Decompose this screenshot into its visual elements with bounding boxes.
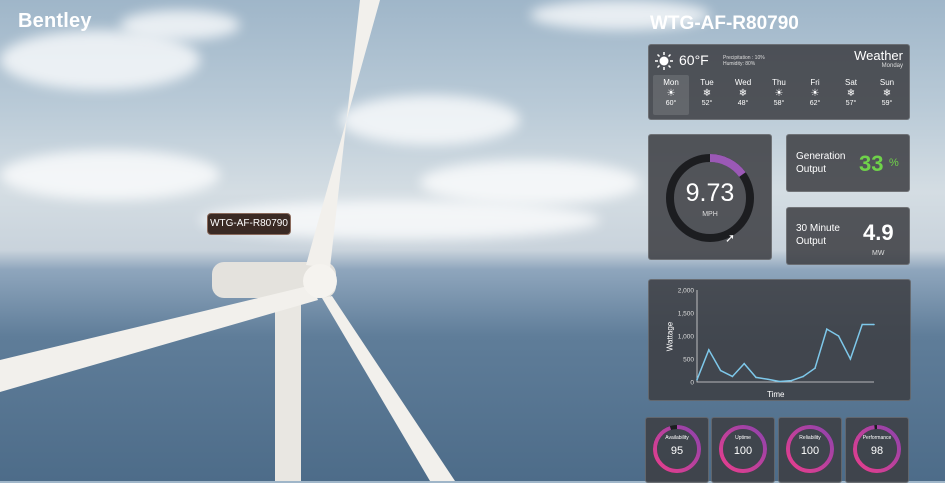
sun-icon: ☀ xyxy=(774,88,784,99)
thirty-min-label-line1: 30 Minute xyxy=(796,223,840,234)
thirty-minute-output-label: 30 Minute Output xyxy=(796,222,840,248)
forecast-day-mon[interactable]: Mon ☀ 60° xyxy=(653,75,689,115)
page-title: WTG-AF-R80790 xyxy=(650,13,799,34)
wattage-data-point xyxy=(755,376,757,379)
forecast-temp: 52° xyxy=(701,100,713,107)
forecast-temp: 62° xyxy=(809,100,821,107)
wattage-data-point xyxy=(767,378,769,381)
forecast-temp: 60° xyxy=(665,100,677,107)
kpi-value: 98 xyxy=(870,445,884,457)
kpi-uptime[interactable]: Uptime 100 xyxy=(711,417,775,483)
forecast-day-thu[interactable]: Thu ☀ 58° xyxy=(761,75,797,115)
wattage-data-point xyxy=(696,378,698,381)
chart-y-tick: 1,000 xyxy=(678,334,695,341)
kpi-value: 100 xyxy=(733,445,753,457)
forecast-temp: 57° xyxy=(845,100,857,107)
forecast-day-sun[interactable]: Sun ❄ 59° xyxy=(869,75,905,115)
generation-label-line2: Output xyxy=(796,164,827,175)
wattage-series-line xyxy=(696,323,874,383)
thirty-minute-output-unit: MW xyxy=(872,250,885,257)
wattage-data-point xyxy=(873,323,875,326)
wattage-data-point xyxy=(802,375,804,378)
wattage-data-point xyxy=(778,380,781,383)
sun-icon: ☀ xyxy=(666,88,676,99)
thirty-minute-output-value: 4.9 xyxy=(863,220,894,245)
mouse-cursor-icon: ➚ xyxy=(725,231,736,245)
weather-panel: 60°F Precipitation : 10% Humidity: 80% W… xyxy=(648,44,910,120)
wattage-data-point xyxy=(861,323,863,326)
humidity-text: Humidity: 80% xyxy=(723,61,756,67)
wattage-line-chart: 2,000 1,500 1,000 500 0 xyxy=(678,288,875,387)
forecast-temp: 58° xyxy=(773,100,785,107)
kpi-label: Uptime xyxy=(735,435,751,441)
kpi-availability[interactable]: Availability 95 xyxy=(645,417,709,483)
snow-icon: ❄ xyxy=(738,88,748,99)
kpi-label: Availability xyxy=(665,435,689,441)
forecast-day-name: Sun xyxy=(879,78,895,87)
forecast-day-name: Sat xyxy=(844,78,857,87)
wind-speed-value: 9.73 xyxy=(685,179,735,207)
wind-speed-panel: 9.73 MPH xyxy=(648,134,772,260)
wattage-data-point xyxy=(814,367,816,369)
thirty-min-label-line2: Output xyxy=(796,236,827,247)
generation-output-panel: Generation Output 33 % xyxy=(786,134,910,192)
chart-y-tick: 2,000 xyxy=(678,288,695,295)
bentley-logo[interactable]: Bentley xyxy=(18,10,92,33)
wattage-data-point xyxy=(743,362,745,365)
forecast-day-name: Wed xyxy=(734,78,752,87)
generation-output-unit: % xyxy=(889,157,899,169)
wattage-data-point xyxy=(731,375,734,378)
chart-y-tick: 0 xyxy=(690,380,694,387)
forecast-temp: 59° xyxy=(881,100,893,107)
kpi-label: Performance xyxy=(862,435,892,441)
snow-icon: ❄ xyxy=(846,88,856,99)
weather-meta: Precipitation : 10% Humidity: 80% xyxy=(723,55,765,67)
forecast-day-name: Mon xyxy=(663,78,679,87)
forecast-day-sat[interactable]: Sat ❄ 57° xyxy=(833,75,869,115)
wattage-data-point xyxy=(826,328,828,330)
forecast-day-name: Tue xyxy=(700,78,714,87)
generation-label-line1: Generation xyxy=(796,151,846,162)
turbine-tag-label[interactable]: WTG-AF-R80790 xyxy=(207,213,291,235)
wattage-data-point xyxy=(790,379,793,382)
thirty-minute-output-panel: 30 Minute Output 4.9 MW xyxy=(786,207,910,265)
snow-icon: ❄ xyxy=(702,88,712,99)
kpi-label: Reliability xyxy=(799,435,821,441)
forecast-day-name: Thu xyxy=(772,78,786,87)
forecast-row: Mon ☀ 60° Tue ❄ 52° Wed ❄ 48° Thu ☀ 58° Fri ☀ 62° Sat ❄ 5… xyxy=(653,75,905,115)
forecast-temp: 48° xyxy=(737,100,749,107)
forecast-day-tue[interactable]: Tue ❄ 52° xyxy=(689,75,725,115)
chart-x-axis-label: Time xyxy=(767,390,785,399)
chart-axes xyxy=(696,290,874,383)
kpi-reliability[interactable]: Reliability 100 xyxy=(778,417,842,483)
sun-icon xyxy=(655,52,673,70)
chart-y-tick: 1,500 xyxy=(678,311,695,318)
forecast-day-name: Fri xyxy=(810,78,820,87)
kpi-performance[interactable]: Performance 98 xyxy=(845,417,909,483)
kpi-value: 100 xyxy=(800,445,820,457)
weather-day: Monday xyxy=(881,63,903,69)
wattage-data-point xyxy=(708,349,710,351)
sun-icon: ☀ xyxy=(810,88,820,99)
kpi-value: 95 xyxy=(670,445,684,457)
current-temperature: 60°F xyxy=(679,52,709,68)
forecast-day-wed[interactable]: Wed ❄ 48° xyxy=(725,75,761,115)
wattage-chart-panel: 2,000 1,500 1,000 500 0 Wattage Time xyxy=(648,279,911,401)
forecast-day-fri[interactable]: Fri ☀ 62° xyxy=(797,75,833,115)
wattage-data-point xyxy=(837,335,840,337)
wattage-data-point xyxy=(849,358,852,360)
weather-title: Weather xyxy=(854,48,903,63)
generation-output-value: 33 xyxy=(859,151,884,176)
wattage-data-point xyxy=(719,369,722,372)
chart-y-axis-label: Wattage xyxy=(665,321,675,352)
snow-icon: ❄ xyxy=(882,88,892,99)
wind-speed-unit: MPH xyxy=(702,211,718,218)
generation-output-label: Generation Output xyxy=(796,150,845,176)
chart-y-tick: 500 xyxy=(683,357,694,364)
